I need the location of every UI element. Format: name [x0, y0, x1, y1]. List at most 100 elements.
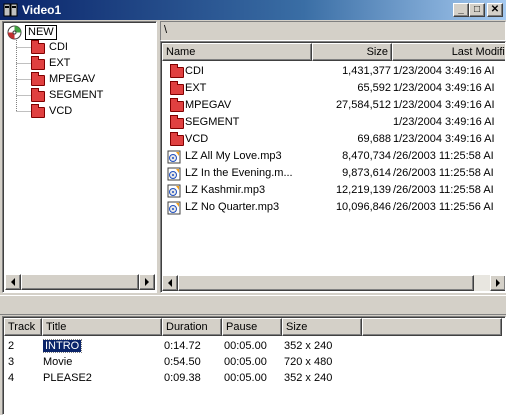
folder-icon — [31, 56, 45, 70]
file-name: EXT — [185, 82, 207, 94]
column-header-name[interactable]: Name — [162, 43, 312, 61]
audio-file-icon — [167, 150, 181, 164]
close-button[interactable]: ✕ — [487, 3, 503, 17]
pane-splitter[interactable] — [0, 295, 506, 315]
track-pause: 00:05.00 — [224, 356, 267, 368]
file-name: LZ In the Evening.m... — [185, 167, 293, 179]
file-size: 12,219,139 — [335, 184, 391, 196]
track-duration: 0:09.38 — [164, 372, 201, 384]
file-modified: 1/23/2004 3:49:16 AI — [393, 133, 495, 145]
folder-icon — [31, 88, 45, 102]
file-name: LZ Kashmir.mp3 — [185, 184, 266, 196]
track-duration: 0:54.50 — [164, 356, 201, 368]
track-row[interactable]: 2 INTRO 0:14.72 00:05.00 352 x 240 — [3, 338, 503, 354]
audio-file-icon — [167, 201, 181, 215]
window-title: Video1 — [22, 3, 62, 17]
track-number: 4 — [8, 372, 15, 384]
file-row[interactable]: VCD 69,688 1/23/2004 3:49:16 AI — [161, 131, 505, 148]
arrow-right-icon — [496, 279, 500, 287]
file-row[interactable]: LZ All My Love.mp3 8,470,734/26/2003 11:2… — [161, 148, 505, 165]
track-row[interactable]: 3 Movie 0:54.50 00:05.00 720 x 480 — [3, 354, 503, 370]
file-list-pane[interactable]: Name Size Last Modifie CDI 1,431,377 1/23/… — [160, 41, 506, 293]
audio-file-icon — [167, 184, 181, 198]
file-name: VCD — [185, 133, 209, 145]
folder-icon — [31, 40, 45, 54]
title-bar: Video1 _ □ ✕ — [0, 0, 506, 20]
file-name: LZ No Quarter.mp3 — [185, 201, 280, 213]
file-size: 69,688 — [357, 133, 391, 145]
file-name: CDI — [185, 65, 204, 77]
file-name: MPEGAV — [185, 99, 232, 111]
column-header-size[interactable]: Size — [282, 318, 362, 336]
path-bar: \ — [160, 21, 506, 41]
file-row[interactable]: LZ No Quarter.mp3 10,096,846/26/2003 11:2… — [161, 199, 505, 216]
file-size: 10,096,846 — [335, 201, 391, 213]
track-title: Movie — [43, 356, 73, 368]
scroll-left-button[interactable] — [162, 275, 178, 291]
file-row[interactable]: EXT 65,592 1/23/2004 3:49:16 AI — [161, 80, 505, 97]
track-title: PLEASE2 — [43, 372, 92, 384]
arrow-left-icon — [11, 278, 15, 286]
selected-track-title: INTRO — [43, 339, 83, 353]
file-name: LZ All My Love.mp3 — [185, 150, 282, 162]
cd-app-icon — [3, 3, 18, 17]
file-size: 9,873,614 — [342, 167, 391, 179]
file-size: 8,470,734 — [342, 150, 391, 162]
file-size: 27,584,512 — [335, 99, 391, 111]
track-row[interactable]: 4 PLEASE2 0:09.38 00:05.00 352 x 240 — [3, 370, 503, 386]
file-modified: 1/23/2004 3:49:16 AI — [393, 65, 495, 77]
track-list-pane[interactable]: Track Title Duration Pause Size 2 INTRO 0:… — [2, 316, 506, 415]
column-header-title[interactable]: Title — [42, 318, 162, 336]
track-number: 3 — [8, 356, 15, 368]
folder-icon — [31, 72, 45, 86]
arrow-right-icon — [145, 278, 149, 286]
track-size: 352 x 240 — [284, 340, 333, 352]
folder-icon — [170, 115, 184, 129]
current-path: \ — [164, 24, 168, 36]
column-header-pause[interactable]: Pause — [222, 318, 282, 336]
file-row[interactable]: MPEGAV 27,584,512 1/23/2004 3:49:16 AI — [161, 97, 505, 114]
tree-hscrollbar[interactable] — [5, 274, 155, 290]
file-modified: 1/23/2004 3:49:16 AI — [393, 116, 495, 128]
maximize-button[interactable]: □ — [469, 3, 485, 17]
file-size: 65,592 — [357, 82, 391, 94]
column-header-track[interactable]: Track — [4, 318, 42, 336]
tree-root-label: NEW — [25, 25, 57, 40]
column-header-duration[interactable]: Duration — [162, 318, 222, 336]
file-row[interactable]: LZ In the Evening.m... 9,873,614/26/2003 … — [161, 165, 505, 182]
file-size — [313, 114, 391, 131]
file-row[interactable]: LZ Kashmir.mp3 12,219,139/26/2003 11:25:5… — [161, 182, 505, 199]
track-pause: 00:05.00 — [224, 340, 267, 352]
file-name: SEGMENT — [185, 116, 240, 128]
minimize-button[interactable]: _ — [453, 3, 469, 17]
track-title: INTRO — [43, 338, 158, 354]
tree-node-label: VCD — [49, 105, 73, 117]
scroll-right-button[interactable] — [139, 274, 155, 290]
folder-icon — [31, 104, 45, 118]
file-size: 1,431,377 — [342, 65, 391, 77]
folder-icon — [170, 98, 184, 112]
scroll-left-button[interactable] — [5, 274, 21, 290]
column-header-modified[interactable]: Last Modifie — [392, 43, 505, 61]
folder-tree-pane[interactable]: NEW CDI EXT MPEGAV SEGMENT VCD — [2, 21, 157, 293]
folder-icon — [170, 132, 184, 146]
file-modified: 1/23/2004 3:49:16 AI — [393, 99, 495, 111]
file-modified: /26/2003 11:25:58 AI — [393, 184, 494, 196]
track-size: 352 x 240 — [284, 372, 333, 384]
tree-node-label: CDI — [49, 41, 68, 53]
file-modified: /26/2003 11:25:58 AI — [393, 150, 494, 162]
file-row[interactable]: CDI 1,431,377 1/23/2004 3:49:16 AI — [161, 63, 505, 80]
scroll-thumb[interactable] — [178, 275, 474, 291]
arrow-left-icon — [168, 279, 172, 287]
file-hscrollbar[interactable] — [162, 275, 505, 291]
scroll-right-button[interactable] — [490, 275, 505, 291]
file-modified: /26/2003 11:25:56 AI — [393, 201, 494, 213]
folder-icon — [170, 81, 184, 95]
column-header-filler — [362, 318, 502, 336]
scroll-thumb[interactable] — [21, 274, 139, 290]
column-header-size[interactable]: Size — [312, 43, 392, 61]
file-modified: 1/23/2004 3:49:16 AI — [393, 82, 495, 94]
file-row[interactable]: SEGMENT 1/23/2004 3:49:16 AI — [161, 114, 505, 131]
audio-file-icon — [167, 167, 181, 181]
track-number: 2 — [8, 340, 15, 352]
